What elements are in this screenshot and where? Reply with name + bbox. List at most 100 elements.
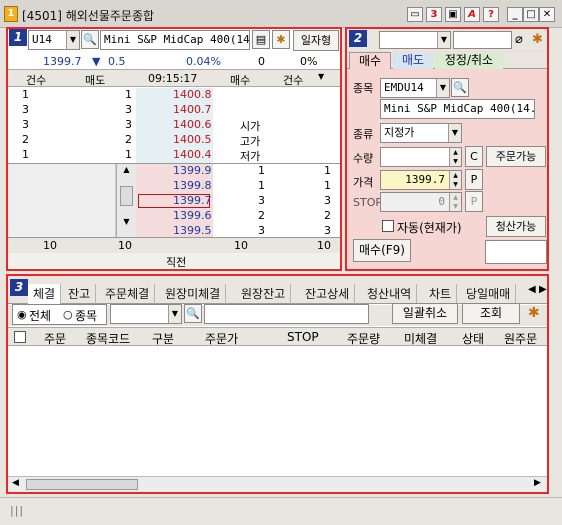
ask-row: 3 3 1400.6 시가 <box>22 118 261 133</box>
ticker-row: 1399.7 ▼ 0.5 0.04% 0 0% <box>8 53 340 70</box>
ticker-3-icon[interactable]: 3 <box>426 7 442 22</box>
zero-value: 0 <box>258 55 265 68</box>
font-icon[interactable]: A <box>464 7 480 22</box>
totals-row: 10 10 10 10 <box>8 237 340 253</box>
bid-rows: ▲ ▼ 1399.9 1 1 1399.8 1 1 1399.7 3 3 1399.6 2 2 … <box>8 163 340 239</box>
tab-order-fills[interactable]: 주문체결 <box>100 284 156 304</box>
col-status[interactable]: 상태 <box>462 330 484 347</box>
col-code[interactable]: 종목코드 <box>86 330 130 347</box>
daily-button[interactable]: 일자형 <box>293 30 339 51</box>
chevron-down-icon[interactable]: ▼ <box>437 32 450 48</box>
change-value: 0.5 <box>108 55 126 68</box>
stop-p-button[interactable]: P <box>465 191 483 212</box>
total-sell-qty: 10 <box>118 239 132 252</box>
search-icon[interactable]: 🔍 <box>184 304 202 323</box>
down-arrow-icon: ▼ <box>92 55 101 68</box>
header-count: 건수 <box>26 74 47 87</box>
panel-2-badge: 2 <box>349 30 367 47</box>
chevron-down-icon[interactable]: ▼ <box>448 124 461 142</box>
select-all-checkbox[interactable] <box>14 331 26 343</box>
qty-label: 수량 <box>353 152 374 165</box>
tab-daily-trades[interactable]: 당일매매 <box>461 284 517 304</box>
current-price: 1399.7 <box>43 55 82 68</box>
col-price[interactable]: 주문가 <box>205 330 238 347</box>
document-icon[interactable]: ▤ <box>252 30 270 49</box>
tab-buy[interactable]: 매수 <box>349 52 391 69</box>
header-count2: 건수 <box>283 74 304 87</box>
price-stepper[interactable]: ▲ ▼ <box>449 171 461 189</box>
tab-fills[interactable]: 체결 <box>28 284 62 304</box>
clearable-button[interactable]: 청산가능 <box>486 216 546 237</box>
tab-sell[interactable]: 매도 <box>393 53 433 69</box>
bid-row: 1399.8 1 1 <box>173 179 331 192</box>
panel-1-badge: 1 <box>9 29 27 46</box>
tab-clear-history[interactable]: 청산내역 <box>362 284 418 304</box>
tab-modify-cancel[interactable]: 정정/취소 <box>435 53 503 69</box>
resize-grip-icon[interactable]: ||| <box>10 504 24 517</box>
ask-row: 1 1 1400.4 저가 <box>22 148 261 163</box>
chevron-down-icon[interactable]: ▼ <box>436 79 449 97</box>
total-buy-count: 10 <box>317 239 331 252</box>
chevron-down-icon[interactable]: ▼ <box>318 72 324 81</box>
auto-label: 자동(현재가) <box>397 221 462 235</box>
radio-all-icon[interactable]: ◉ <box>17 308 27 321</box>
window-title: [4501] 해외선물주문종합 <box>22 9 155 23</box>
col-qty[interactable]: 주문량 <box>347 330 380 347</box>
header-time: 09:15:17 <box>148 72 198 85</box>
table-header: 주문 종목코드 구분 주문가 STOP 주문량 미체결 상태 원주문 <box>8 327 547 346</box>
query-button[interactable]: 조회 <box>462 303 520 324</box>
tab-balance-detail[interactable]: 잔고상세 <box>300 284 356 304</box>
maximize-icon[interactable]: □ <box>523 7 539 22</box>
help-icon[interactable]: ? <box>483 7 499 22</box>
tab-scroll-right-icon[interactable]: ▶ <box>539 284 547 295</box>
tab-ledger-balance[interactable]: 원장잔고 <box>236 284 292 304</box>
search-icon[interactable]: 🔍 <box>451 78 469 97</box>
total-sell-count: 10 <box>43 239 57 252</box>
ask-list: 1 1 1400.8 3 3 1400.7 3 3 1400.6 시가 2 2 1400.5 고가 … <box>8 88 340 163</box>
chevron-down-icon[interactable]: ▼ <box>66 31 79 49</box>
lock-icon[interactable]: ▣ <box>445 7 461 22</box>
horizontal-scrollbar[interactable]: ◀ ▶ <box>8 476 547 492</box>
password-input[interactable] <box>453 31 512 49</box>
col-order[interactable]: 주문 <box>44 330 66 347</box>
bid-row: 1399.9 1 1 <box>173 164 331 177</box>
stop-stepper[interactable]: ▲ ▼ <box>449 193 461 211</box>
radio-item-icon[interactable]: ○ <box>63 308 73 321</box>
tab-chart[interactable]: 차트 <box>424 284 458 304</box>
col-unfilled[interactable]: 미체결 <box>404 330 437 347</box>
tab-scroll-left-icon[interactable]: ◀ <box>528 284 536 295</box>
scroll-left-icon[interactable]: ◀ <box>12 478 19 488</box>
price-p-button[interactable]: P <box>465 169 483 190</box>
scroll-thumb[interactable] <box>26 479 138 490</box>
chevron-down-icon[interactable]: ▼ <box>168 305 181 323</box>
restore-icon[interactable]: ▭ <box>407 7 423 22</box>
code-label: 종목 <box>353 82 374 95</box>
orderable-button[interactable]: 주문가능 <box>486 146 546 167</box>
bid-row: 1399.7 3 3 <box>173 194 331 207</box>
gear-icon[interactable]: ✱ <box>532 32 543 47</box>
col-stop[interactable]: STOP <box>287 330 319 344</box>
last-row: 직전 <box>8 253 340 269</box>
col-original[interactable]: 원주문 <box>504 330 537 347</box>
status-bar: ||| <box>0 497 562 525</box>
filter-name-input[interactable] <box>204 304 369 324</box>
qty-c-button[interactable]: C <box>465 146 483 167</box>
auto-checkbox[interactable] <box>382 220 394 232</box>
eraser-icon[interactable]: ⌀ <box>515 32 523 47</box>
tab-balance[interactable]: 잔고 <box>63 284 97 304</box>
last-label: 직전 <box>166 256 187 269</box>
ask-row: 1 1 1400.8 <box>22 88 212 101</box>
minimize-icon[interactable]: _ <box>507 7 523 22</box>
gear-icon[interactable]: ✱ <box>272 30 290 49</box>
scroll-right-icon[interactable]: ▶ <box>534 478 541 488</box>
gear-icon[interactable]: ✱ <box>528 305 540 321</box>
header-buy: 매수 <box>230 74 251 87</box>
qty-stepper[interactable]: ▲ ▼ <box>449 148 461 166</box>
cancel-all-button[interactable]: 일괄취소 <box>392 303 458 324</box>
col-side[interactable]: 구분 <box>152 330 174 347</box>
radio-all-label: 전체 <box>29 309 52 323</box>
close-icon[interactable]: ✕ <box>539 7 555 22</box>
buy-f9-button[interactable]: 매수(F9) <box>353 239 411 262</box>
search-icon[interactable]: 🔍 <box>81 30 99 49</box>
tab-ledger-unfilled[interactable]: 원장미체결 <box>160 284 227 304</box>
